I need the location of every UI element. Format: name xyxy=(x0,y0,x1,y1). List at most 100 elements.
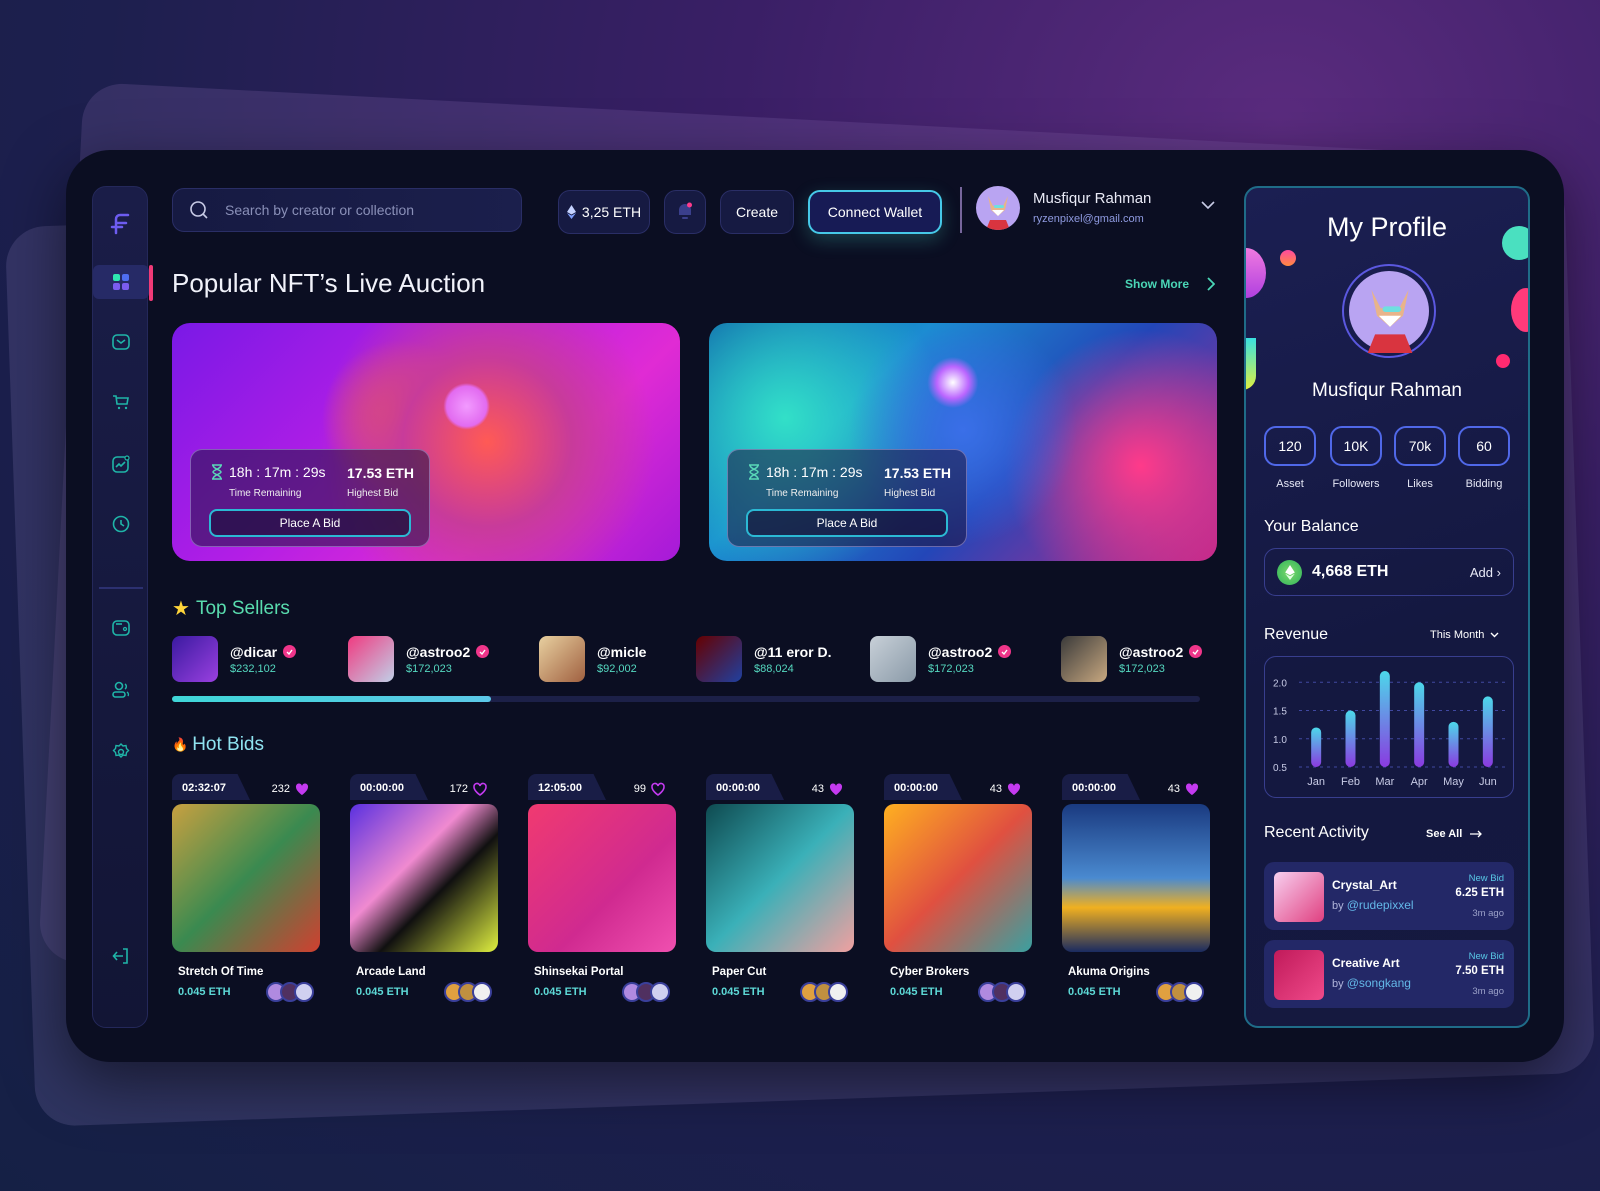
user-avatar[interactable] xyxy=(976,186,1020,230)
like-counter[interactable]: 43 xyxy=(1168,781,1200,797)
stat-followers[interactable]: 10K xyxy=(1330,426,1382,466)
eth-balance-chip[interactable]: 3,25 ETH xyxy=(558,190,650,234)
revenue-bar-may[interactable] xyxy=(1448,721,1459,767)
nft-name: Shinsekai Portal xyxy=(534,966,624,978)
revenue-bar-jun[interactable] xyxy=(1482,696,1493,767)
like-counter[interactable]: 43 xyxy=(812,781,844,797)
sidebar-item-dashboard[interactable] xyxy=(93,265,153,301)
heart-icon[interactable] xyxy=(294,781,310,797)
search-bar[interactable] xyxy=(172,188,522,232)
sidebar-item-history[interactable] xyxy=(93,507,149,541)
seller-item[interactable]: @dicar $232,102 xyxy=(172,636,297,682)
sidebar-item-settings[interactable] xyxy=(93,735,149,769)
stat-bidding[interactable]: 60 xyxy=(1458,426,1510,466)
fox-avatar-icon xyxy=(1367,289,1413,353)
sidebar-item-logout[interactable] xyxy=(93,939,149,973)
sidebar-item-marketplace[interactable] xyxy=(93,385,149,419)
sidebar-item-analytics[interactable] xyxy=(93,447,149,481)
hot-bid-card[interactable]: 00:00:00 43 Paper Cut 0.045 ETH xyxy=(706,774,854,1004)
activity-author: by @songkang xyxy=(1332,976,1411,990)
activity-title: Crystal_Art xyxy=(1332,878,1397,892)
author-handle[interactable]: @rudepixxel xyxy=(1347,898,1414,912)
seller-item[interactable]: @astroo2 $172,023 xyxy=(1061,636,1203,682)
seller-item[interactable]: @astroo2 $172,023 xyxy=(870,636,1012,682)
verified-badge-icon xyxy=(998,645,1012,658)
activity-title: Creative Art xyxy=(1332,956,1400,970)
nft-image[interactable] xyxy=(1062,804,1210,952)
search-input[interactable] xyxy=(225,202,505,218)
nft-image[interactable] xyxy=(528,804,676,952)
place-bid-button[interactable]: Place A Bid xyxy=(209,509,411,537)
hot-bid-card[interactable]: 12:05:00 99 Shinsekai Portal 0.045 ETH xyxy=(528,774,676,1004)
hot-bid-card[interactable]: 00:00:00 172 Arcade Land 0.045 ETH xyxy=(350,774,498,1004)
like-counter[interactable]: 99 xyxy=(634,781,666,797)
author-handle[interactable]: @songkang xyxy=(1347,976,1411,990)
balance-card: 4,668 ETH Add › xyxy=(1264,548,1514,596)
nft-image[interactable] xyxy=(172,804,320,952)
profile-avatar[interactable] xyxy=(1342,264,1436,358)
hot-bid-card[interactable]: 02:32:07 232 Stretch Of Time 0.045 ETH xyxy=(172,774,320,1004)
profile-title: My Profile xyxy=(1326,212,1448,242)
seller-item[interactable]: @astroo2 $172,023 xyxy=(348,636,490,682)
create-button[interactable]: Create xyxy=(720,190,794,234)
nft-image[interactable] xyxy=(350,804,498,952)
hot-bid-card[interactable]: 00:00:00 43 Cyber Brokers 0.045 ETH xyxy=(884,774,1032,1004)
like-count: 43 xyxy=(989,783,1002,795)
nft-image[interactable] xyxy=(884,804,1032,952)
like-counter[interactable]: 172 xyxy=(450,781,488,797)
users-icon xyxy=(112,681,130,698)
chevron-down-icon xyxy=(1490,632,1499,638)
sidebar-item-messages[interactable] xyxy=(93,325,149,359)
seller-item[interactable]: @11 eror D. $88,024 xyxy=(696,636,831,682)
like-counter[interactable]: 43 xyxy=(990,781,1022,797)
stat-label: Asset xyxy=(1276,478,1304,490)
revenue-bar-jan[interactable] xyxy=(1311,727,1322,767)
seller-item[interactable]: @micle $92,002 xyxy=(539,636,646,682)
activity-image xyxy=(1274,872,1324,922)
heart-icon[interactable] xyxy=(472,781,488,797)
revenue-bar-mar[interactable] xyxy=(1379,671,1390,767)
notifications-button[interactable] xyxy=(664,190,706,234)
revenue-period-select[interactable]: This Month xyxy=(1430,629,1499,641)
revenue-bar-apr[interactable] xyxy=(1414,682,1425,767)
connect-wallet-button[interactable]: Connect Wallet xyxy=(808,190,942,234)
heart-icon[interactable] xyxy=(1184,781,1200,797)
nft-name: Stretch Of Time xyxy=(178,966,264,978)
auction-card[interactable]: 18h : 17m : 29s Time Remaining 17.53 ETH… xyxy=(709,323,1217,561)
like-counter[interactable]: 232 xyxy=(272,781,310,797)
heart-icon[interactable] xyxy=(828,781,844,797)
place-bid-button[interactable]: Place A Bid xyxy=(746,509,948,537)
chevron-down-icon[interactable] xyxy=(1200,200,1216,210)
logo[interactable] xyxy=(93,207,149,241)
add-funds-button[interactable]: Add › xyxy=(1470,565,1501,580)
mail-icon xyxy=(112,334,130,350)
activity-amount: 6.25 ETH xyxy=(1455,887,1504,899)
activity-time: 3m ago xyxy=(1472,986,1504,997)
scrollbar-thumb[interactable] xyxy=(172,696,491,702)
sidebar-item-wallet[interactable] xyxy=(93,611,149,645)
see-all-link[interactable]: See All xyxy=(1426,828,1483,840)
arrow-right-icon xyxy=(1470,830,1483,838)
heart-icon[interactable] xyxy=(1006,781,1022,797)
revenue-chart: 0.5 1.0 1.5 2.0 Jan Feb Mar Apr May Jun xyxy=(1264,656,1514,798)
top-sellers-title: Top Sellers xyxy=(195,597,290,619)
activity-item[interactable]: Crystal_Art by @rudepixxel New Bid 6.25 … xyxy=(1264,862,1514,930)
nft-image[interactable] xyxy=(706,804,854,952)
seller-amount: $172,023 xyxy=(406,662,452,675)
heart-icon[interactable] xyxy=(650,781,666,797)
auction-card[interactable]: 18h : 17m : 29s Time Remaining 17.53 ETH… xyxy=(172,323,680,561)
stat-asset[interactable]: 120 xyxy=(1264,426,1316,466)
seller-avatar xyxy=(1061,636,1107,682)
sellers-scrollbar[interactable] xyxy=(172,696,1200,702)
x-tick-label: Feb xyxy=(1341,776,1360,788)
revenue-bar-feb[interactable] xyxy=(1345,710,1356,767)
active-indicator xyxy=(149,265,153,301)
bidder-avatars xyxy=(1156,982,1204,1002)
show-more-link[interactable]: Show More xyxy=(1125,277,1216,291)
hot-bid-card[interactable]: 00:00:00 43 Akuma Origins 0.045 ETH xyxy=(1062,774,1210,1004)
activity-item[interactable]: Creative Art by @songkang New Bid 7.50 E… xyxy=(1264,940,1514,1008)
highest-bid-value: 17.53 ETH xyxy=(347,465,414,481)
sidebar-item-users[interactable] xyxy=(93,673,149,707)
stat-likes[interactable]: 70k xyxy=(1394,426,1446,466)
hot-bids-title: Hot Bids xyxy=(192,734,264,755)
